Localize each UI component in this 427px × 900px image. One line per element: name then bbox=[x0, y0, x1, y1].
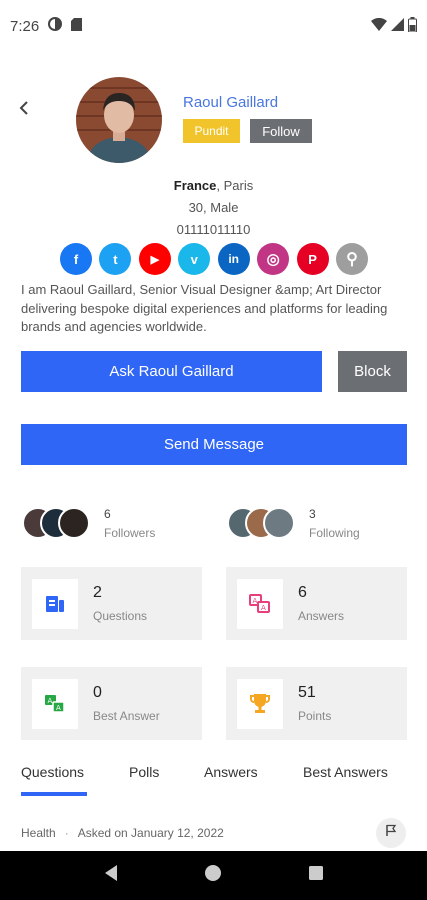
points-stat-card[interactable]: 51 Points bbox=[226, 667, 407, 740]
followers-count: 6 bbox=[104, 506, 111, 521]
best-answer-stat-text: 0 Best Answer bbox=[93, 684, 160, 723]
follower-avatar bbox=[58, 507, 90, 539]
flag-icon bbox=[385, 824, 397, 842]
answers-icon: AA bbox=[237, 578, 283, 629]
status-right bbox=[371, 16, 417, 36]
profile-name[interactable]: Raoul Gaillard bbox=[183, 94, 278, 111]
report-button[interactable] bbox=[376, 818, 406, 848]
following-avatar bbox=[263, 507, 295, 539]
status-left: 7:26 bbox=[10, 17, 83, 35]
chevron-left-icon bbox=[18, 100, 30, 121]
questions-stat-text: 2 Questions bbox=[93, 584, 147, 623]
best-answer-value: 0 bbox=[93, 684, 102, 701]
answers-stat-card[interactable]: AA 6 Answers bbox=[226, 567, 407, 640]
pundit-badge: Pundit bbox=[183, 119, 240, 143]
best-answer-icon: AA bbox=[32, 678, 78, 729]
signal-icon bbox=[391, 17, 404, 35]
answers-label: Answers bbox=[298, 609, 345, 623]
send-message-button[interactable]: Send Message bbox=[21, 424, 407, 465]
profile-tabs: Questions Polls Answers Best Answers bbox=[21, 760, 407, 800]
system-navigation-bar bbox=[0, 851, 427, 900]
followers-group[interactable]: 6 Followers bbox=[22, 505, 155, 541]
ask-user-button[interactable]: Ask Raoul Gaillard bbox=[21, 351, 322, 392]
block-button[interactable]: Block bbox=[338, 351, 407, 392]
post-meta: Health · Asked on January 12, 2022 bbox=[21, 826, 224, 840]
back-button[interactable] bbox=[12, 98, 36, 122]
svg-text:A: A bbox=[48, 697, 53, 705]
sd-card-icon bbox=[71, 17, 83, 35]
best-answer-label: Best Answer bbox=[93, 709, 160, 723]
battery-icon bbox=[408, 16, 417, 36]
tab-answers[interactable]: Answers bbox=[204, 764, 258, 780]
points-stat-text: 51 Points bbox=[298, 684, 331, 723]
home-circle-icon[interactable] bbox=[204, 864, 222, 887]
svg-text:A: A bbox=[253, 597, 258, 605]
vimeo-icon[interactable]: v bbox=[178, 243, 211, 275]
svg-text:A: A bbox=[261, 604, 266, 612]
profile-bio: I am Raoul Gaillard, Senior Visual Desig… bbox=[21, 282, 388, 334]
back-triangle-icon[interactable] bbox=[103, 864, 119, 887]
post-category[interactable]: Health bbox=[21, 826, 56, 840]
linkedin-icon[interactable]: in bbox=[217, 243, 250, 275]
age-gender-line: 30, Male bbox=[188, 200, 239, 215]
tab-questions[interactable]: Questions bbox=[21, 764, 84, 780]
status-time: 7:26 bbox=[10, 17, 40, 35]
meta-separator: · bbox=[64, 826, 69, 840]
tab-best-answers[interactable]: Best Answers bbox=[303, 764, 388, 780]
answers-stat-text: 6 Answers bbox=[298, 584, 344, 623]
follow-button[interactable]: Follow bbox=[250, 119, 312, 143]
svg-text:A: A bbox=[56, 704, 61, 712]
city-label: , Paris bbox=[216, 178, 254, 193]
questions-icon bbox=[32, 578, 78, 629]
questions-value: 2 bbox=[93, 584, 102, 601]
instagram-icon[interactable]: ◎ bbox=[257, 243, 290, 275]
active-tab-indicator bbox=[21, 792, 87, 796]
wifi-icon bbox=[371, 17, 387, 35]
post-date: Asked on January 12, 2022 bbox=[77, 826, 224, 840]
pinterest-icon[interactable]: P bbox=[296, 243, 329, 275]
link-icon[interactable]: ⚲ bbox=[335, 243, 368, 275]
following-group[interactable]: 3 Following bbox=[227, 505, 360, 541]
country-label: France bbox=[173, 178, 217, 193]
following-count: 3 bbox=[309, 506, 316, 521]
location-line: France, Paris bbox=[0, 178, 427, 193]
twitter-icon[interactable]: t bbox=[99, 243, 132, 275]
data-saver-icon bbox=[48, 17, 63, 35]
status-bar: 7:26 bbox=[0, 0, 427, 52]
followers-avatars bbox=[22, 505, 102, 541]
followers-label: Followers bbox=[104, 525, 156, 540]
following-text: 3 Following bbox=[309, 507, 360, 540]
following-avatars bbox=[227, 505, 307, 541]
followers-text: 6 Followers bbox=[104, 507, 155, 540]
facebook-icon[interactable]: f bbox=[60, 243, 92, 275]
following-label: Following bbox=[309, 525, 360, 540]
recents-square-icon[interactable] bbox=[308, 865, 324, 886]
youtube-icon[interactable]: ▶ bbox=[138, 243, 171, 275]
points-value: 51 bbox=[298, 684, 316, 701]
questions-label: Questions bbox=[93, 609, 148, 623]
profile-avatar bbox=[76, 77, 162, 163]
points-label: Points bbox=[298, 709, 332, 723]
tab-polls[interactable]: Polls bbox=[129, 764, 159, 780]
social-links: f t ▶ v in ◎ P ⚲ bbox=[60, 243, 368, 275]
questions-stat-card[interactable]: 2 Questions bbox=[21, 567, 202, 640]
phone-line: 01111011110 bbox=[176, 222, 251, 237]
best-answer-stat-card[interactable]: AA 0 Best Answer bbox=[21, 667, 202, 740]
answers-value: 6 bbox=[298, 584, 307, 601]
trophy-icon bbox=[237, 678, 283, 729]
